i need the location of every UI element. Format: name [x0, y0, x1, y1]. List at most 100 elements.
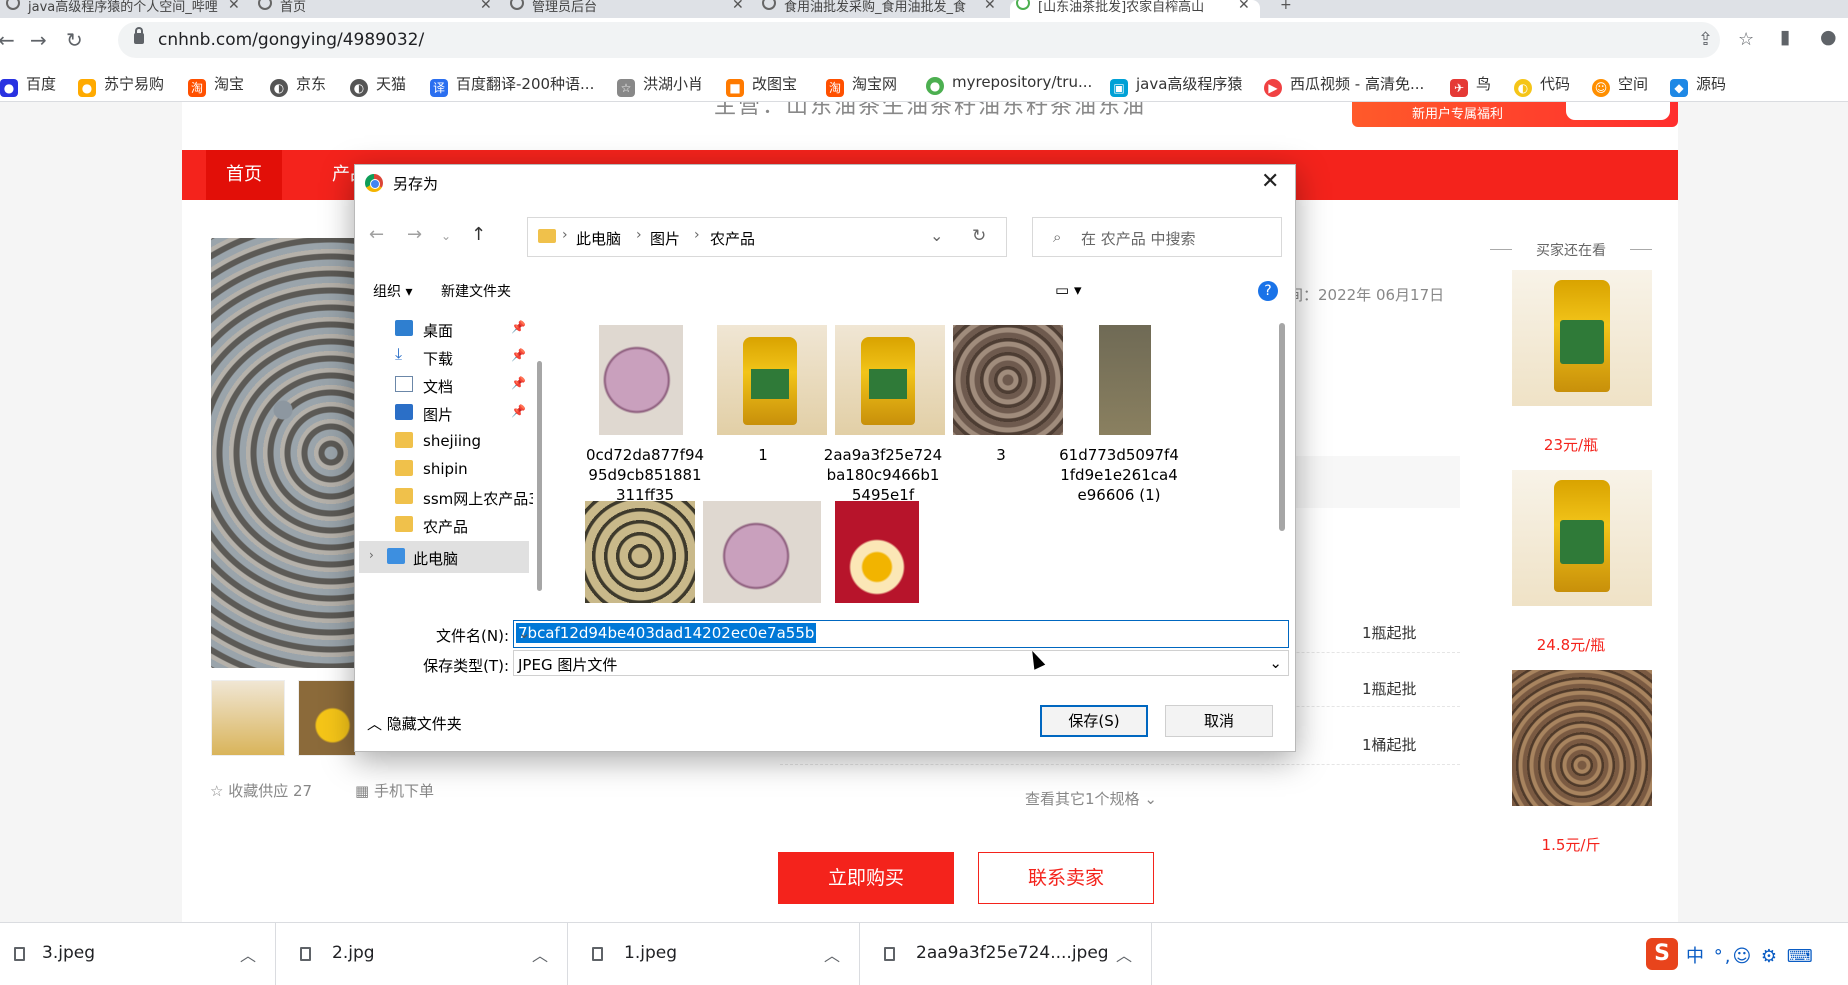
- file-list-scrollbar[interactable]: [1279, 323, 1285, 531]
- dialog-titlebar[interactable]: 另存为 ✕: [355, 165, 1295, 201]
- download-item[interactable]: 2aa9a3f25e724....jpeg ︿: [860, 923, 1152, 985]
- chevron-down-icon[interactable]: ⌄: [930, 226, 943, 245]
- bookmark-favicon-icon: ●: [0, 79, 18, 97]
- side-panel-icon[interactable]: ▮: [1780, 26, 1790, 48]
- cancel-button[interactable]: 取消: [1165, 705, 1273, 737]
- browser-tab-active[interactable]: [山东油茶批发]农家自榨高山 ✕: [1010, 0, 1260, 18]
- contact-seller-button[interactable]: 联系卖家: [978, 852, 1154, 904]
- chevron-right-icon[interactable]: ›: [369, 548, 374, 562]
- recommended-product-image[interactable]: [1512, 670, 1652, 806]
- bookmark-item[interactable]: 淘淘宝网: [826, 73, 897, 97]
- refresh-icon[interactable]: ↻: [972, 226, 986, 246]
- promo-banner[interactable]: 新用户专属福利: [1352, 102, 1678, 127]
- chevron-up-icon[interactable]: ︿: [240, 942, 256, 966]
- chevron-up-icon[interactable]: ︿: [824, 942, 840, 966]
- product-thumbnail[interactable]: [211, 680, 285, 756]
- close-icon[interactable]: ✕: [1261, 169, 1279, 194]
- chevron-up-icon: ︿: [367, 715, 387, 733]
- bookmark-item[interactable]: ☺ 空间: [1592, 73, 1648, 97]
- breadcrumb-item[interactable]: 农产品: [710, 228, 755, 249]
- close-icon[interactable]: ✕: [732, 0, 744, 13]
- bookmark-favicon-icon: ◐: [270, 79, 288, 97]
- chevron-down-icon[interactable]: ⌄: [516, 623, 1282, 643]
- dialog-title: 另存为: [393, 175, 439, 193]
- bookmark-label: 空间: [1618, 75, 1649, 93]
- nav-item-this-pc[interactable]: › 此电脑: [359, 541, 529, 573]
- view-mode-icon[interactable]: ▭ ▾: [1055, 281, 1081, 299]
- nav-item-folder[interactable]: 农产品: [359, 509, 529, 541]
- new-tab-button[interactable]: +: [1272, 0, 1302, 18]
- tab-favicon-icon: [6, 0, 20, 10]
- chevron-up-icon[interactable]: ︿: [1116, 942, 1132, 966]
- bookmark-item[interactable]: 译百度翻译-200种语...: [430, 73, 594, 97]
- breadcrumb[interactable]: › 此电脑 › 图片 › 农产品 ⌄ ↻: [527, 217, 1007, 257]
- bookmark-item[interactable]: ▶ 西瓜视频 - 高清免...: [1264, 73, 1424, 97]
- close-icon[interactable]: ✕: [480, 0, 492, 13]
- browser-tab[interactable]: 食用油批发采购_食用油批发_食 ✕: [756, 0, 1006, 18]
- recommended-product-price[interactable]: 1.5元/斤: [1484, 834, 1658, 855]
- back-icon[interactable]: ←: [369, 224, 384, 245]
- nav-scrollbar[interactable]: [533, 313, 547, 603]
- bookmark-item[interactable]: ✈ 鸟: [1450, 73, 1491, 97]
- recommended-product-image[interactable]: [1512, 470, 1652, 606]
- ime-toolbar[interactable]: S 中 °,☺ ⚙ ⌨: [1646, 938, 1848, 970]
- breadcrumb-item[interactable]: 图片: [650, 228, 680, 249]
- hide-folders-toggle[interactable]: ︿ 隐藏文件夹: [367, 713, 462, 734]
- forward-icon[interactable]: →: [30, 28, 47, 52]
- view-more-specs[interactable]: 查看其它1个规格 ⌄: [1025, 788, 1157, 809]
- forward-icon[interactable]: →: [407, 224, 422, 245]
- save-button[interactable]: 保存(S): [1040, 705, 1148, 737]
- bookmark-item[interactable]: ◐ 京东: [270, 73, 326, 97]
- download-item[interactable]: 2.jpg ︿: [276, 923, 568, 985]
- url-text[interactable]: cnhnb.com/gongying/4989032/: [158, 30, 424, 50]
- bookmark-item[interactable]: ■ 改图宝: [726, 73, 797, 97]
- bookmark-item[interactable]: ◐ 代码: [1514, 73, 1570, 97]
- browser-tab[interactable]: java高级程序猿的个人空间_哔哩 ✕: [0, 0, 250, 18]
- browser-tab[interactable]: 管理员后台 ✕: [504, 0, 754, 18]
- close-icon[interactable]: ✕: [228, 0, 240, 13]
- favorite-button[interactable]: ☆ 收藏供应 27: [210, 780, 312, 801]
- recommended-product-price[interactable]: 23元/瓶: [1484, 434, 1658, 455]
- recommended-product-price[interactable]: 24.8元/瓶: [1484, 634, 1658, 655]
- download-item[interactable]: 3.jpeg ︿: [0, 923, 276, 985]
- help-icon[interactable]: ?: [1258, 281, 1278, 301]
- buy-now-button[interactable]: 立即购买: [778, 852, 954, 904]
- bookmark-item[interactable]: ▣ java高级程序猿: [1110, 73, 1242, 97]
- search-input[interactable]: ⌕ 在 农产品 中搜索: [1032, 217, 1282, 257]
- reload-icon[interactable]: ↻: [66, 28, 83, 52]
- bookmark-item[interactable]: ◐ 天猫: [350, 73, 406, 97]
- organize-menu[interactable]: 组织 ▾: [373, 281, 412, 301]
- recommended-product-image[interactable]: [1512, 270, 1652, 406]
- product-thumbnail[interactable]: [298, 680, 356, 756]
- share-icon[interactable]: ⇪: [1698, 29, 1713, 50]
- bookmark-star-icon[interactable]: ☆: [1738, 29, 1754, 50]
- download-item[interactable]: 1.jpeg ︿: [568, 923, 860, 985]
- bookmark-item[interactable]: ◆ 源码: [1670, 73, 1726, 97]
- close-icon[interactable]: ✕: [1238, 0, 1250, 13]
- bookmark-item[interactable]: ☆ 洪湖小肖: [617, 73, 703, 97]
- filetype-select[interactable]: JPEG 图片文件 ⌄: [513, 650, 1289, 676]
- promo-button[interactable]: [1566, 102, 1670, 120]
- recent-locations-icon[interactable]: ⌄: [441, 229, 451, 243]
- bookmark-item[interactable]: 淘淘宝: [188, 73, 244, 97]
- view-more-label: 查看其它1个规格: [1025, 790, 1140, 808]
- filename-input[interactable]: 7bcaf12d94be403dad14202ec0e7a55b ⌄: [513, 620, 1289, 648]
- bookmark-item[interactable]: ● myrepository/tru...: [926, 73, 1092, 95]
- new-folder-button[interactable]: 新建文件夹: [441, 281, 511, 301]
- close-icon[interactable]: ✕: [984, 0, 996, 13]
- bookmark-item[interactable]: ● 苏宁易购: [78, 73, 164, 97]
- bookmark-label: 淘宝网: [852, 75, 898, 93]
- ime-status[interactable]: 中 °,☺ ⚙ ⌨: [1686, 942, 1815, 968]
- omnibox[interactable]: cnhnb.com/gongying/4989032/ ⇪ ☆: [118, 22, 1754, 58]
- back-icon[interactable]: ←: [0, 28, 15, 52]
- sogou-ime-icon[interactable]: S: [1646, 938, 1678, 970]
- bookmark-item[interactable]: ● 百度: [0, 73, 56, 97]
- mobile-order-button[interactable]: ▦ 手机下单: [355, 780, 434, 801]
- nav-item-home[interactable]: 首页: [206, 150, 282, 200]
- up-folder-icon[interactable]: ↑: [471, 224, 486, 245]
- chevron-down-icon[interactable]: ⌄: [1269, 654, 1282, 672]
- browser-tab[interactable]: 首页 ✕: [252, 0, 502, 18]
- profile-icon[interactable]: ●: [1820, 26, 1837, 48]
- chevron-up-icon[interactable]: ︿: [532, 942, 548, 966]
- breadcrumb-item[interactable]: 此电脑: [576, 228, 621, 249]
